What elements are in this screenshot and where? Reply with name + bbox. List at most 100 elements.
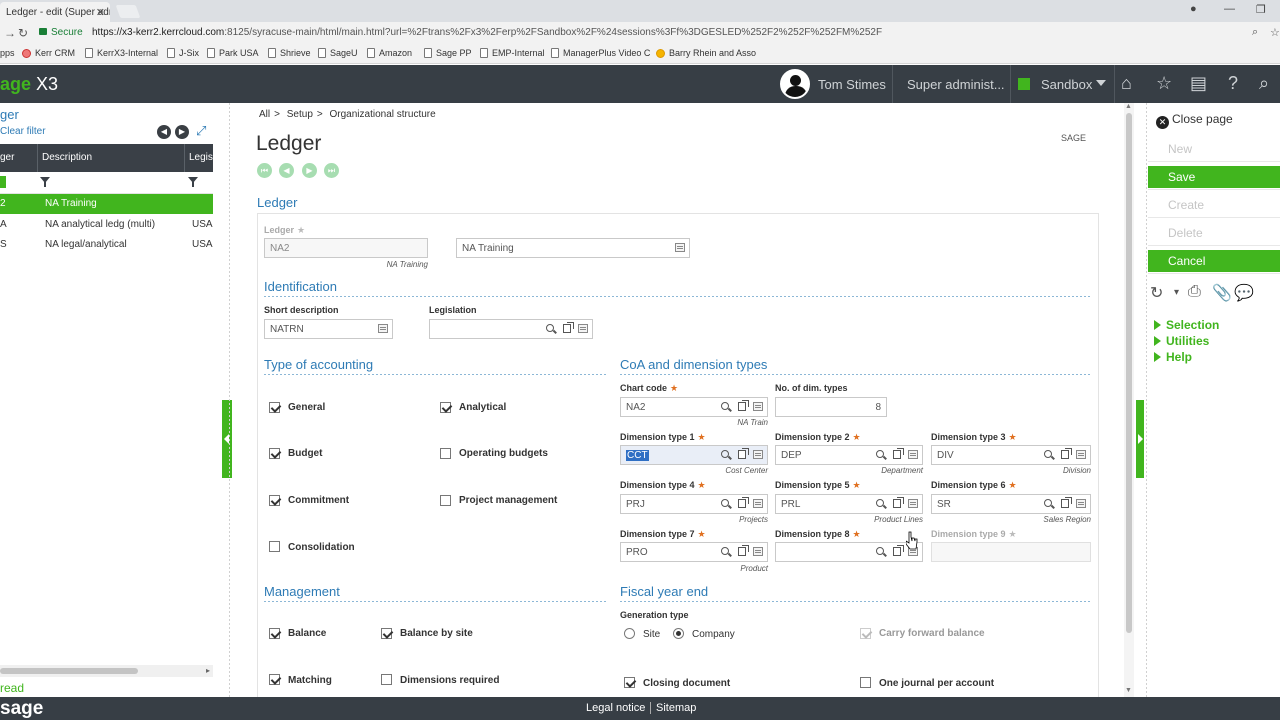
bookmark-item[interactable]: pps <box>0 48 15 58</box>
matching-checkbox[interactable] <box>269 674 280 685</box>
actions-icon[interactable] <box>753 547 763 556</box>
column-header-description[interactable]: Description <box>42 152 92 163</box>
user-role[interactable]: Super administ... <box>907 77 1005 92</box>
ledger-code-field[interactable]: NA2 <box>264 238 428 258</box>
legal-notice-link[interactable]: Legal notice <box>586 702 645 714</box>
consolidation-checkbox[interactable] <box>269 541 280 552</box>
zoom-icon[interactable] <box>738 448 749 459</box>
star-icon[interactable]: ☆ <box>1156 73 1172 94</box>
actions-icon[interactable] <box>578 324 588 333</box>
browser-tab[interactable]: Ledger - edit (Super adm ✕ <box>0 2 110 22</box>
budget-checkbox[interactable] <box>269 448 280 459</box>
last-record-icon[interactable]: ⏭ <box>324 163 339 178</box>
operating-budgets-checkbox[interactable] <box>440 448 451 459</box>
translation-icon[interactable] <box>378 324 388 333</box>
new-button[interactable]: New <box>1148 138 1280 160</box>
expand-icon[interactable]: ⤢ <box>196 123 206 139</box>
one-journal-checkbox[interactable] <box>860 677 871 688</box>
actions-icon[interactable] <box>1076 450 1086 459</box>
balance-by-site-checkbox[interactable] <box>381 628 392 639</box>
vertical-scrollbar[interactable]: ▲ ▼ <box>1124 103 1134 697</box>
secure-indicator[interactable]: Secure <box>39 27 83 38</box>
home-icon[interactable]: ⌂ <box>1121 73 1132 94</box>
project-management-checkbox[interactable] <box>440 495 451 506</box>
horizontal-scrollbar[interactable]: ▸ <box>0 665 213 677</box>
scroll-right-icon[interactable]: ▸ <box>206 666 210 675</box>
column-header-legislation[interactable]: Legisl <box>189 152 215 163</box>
actions-icon[interactable] <box>908 450 918 459</box>
actions-icon[interactable] <box>753 402 763 411</box>
new-tab-button[interactable] <box>115 5 141 18</box>
commitment-checkbox[interactable] <box>269 495 280 506</box>
filter-icon[interactable] <box>40 177 50 187</box>
bookmark-item[interactable]: Shrieve <box>268 48 311 58</box>
dimension-type-3-field[interactable]: DIV <box>931 445 1091 465</box>
dimension-type-5-field[interactable]: PRL <box>775 494 923 514</box>
attachment-icon[interactable]: 📎 <box>1212 283 1232 303</box>
scroll-down-icon[interactable]: ▼ <box>1125 687 1132 694</box>
actions-icon[interactable] <box>753 499 763 508</box>
zoom-icon[interactable] <box>893 448 904 459</box>
zoom-icon[interactable] <box>738 545 749 556</box>
previous-record-icon[interactable]: ◀ <box>279 163 294 178</box>
column-header-ledger[interactable]: ger <box>0 152 14 163</box>
bookmark-item[interactable]: SageU <box>318 48 358 58</box>
ledger-description-field[interactable]: NA Training <box>456 238 690 258</box>
search-icon[interactable] <box>546 324 554 332</box>
bookmark-item[interactable]: Kerr CRM <box>22 48 75 58</box>
search-icon[interactable] <box>721 402 729 410</box>
next-page-icon[interactable]: ▶ <box>175 125 189 139</box>
print-icon[interactable]: ⎙ <box>1188 283 1201 301</box>
dimension-type-1-field[interactable]: CCT <box>620 445 768 465</box>
help-icon[interactable]: ? <box>1228 73 1238 94</box>
minimize-icon[interactable]: — <box>1224 3 1235 15</box>
bookmark-item[interactable]: EMP-Internal <box>480 48 545 58</box>
user-name[interactable]: Tom Stimes <box>818 77 886 92</box>
filter-icon[interactable] <box>188 177 198 187</box>
dimensions-required-checkbox[interactable] <box>381 674 392 685</box>
search-icon[interactable] <box>1044 499 1052 507</box>
breadcrumb-all[interactable]: All <box>259 109 270 120</box>
sitemap-link[interactable]: Sitemap <box>656 702 696 714</box>
search-icon[interactable] <box>876 450 884 458</box>
refresh-icon[interactable]: ↻ <box>1150 283 1163 303</box>
zoom-icon[interactable] <box>1061 448 1072 459</box>
chart-code-field[interactable]: NA2 <box>620 397 768 417</box>
search-icon[interactable] <box>1044 450 1052 458</box>
general-checkbox[interactable] <box>269 402 280 413</box>
create-button[interactable]: Create <box>1148 194 1280 216</box>
dimension-type-6-field[interactable]: SR <box>931 494 1091 514</box>
bookmark-item[interactable]: KerrX3-Internal <box>85 48 158 58</box>
dimension-type-2-field[interactable]: DEP <box>775 445 923 465</box>
search-icon[interactable] <box>721 547 729 555</box>
bookmark-item[interactable]: Park USA <box>207 48 259 58</box>
zoom-icon[interactable] <box>893 545 904 556</box>
next-record-icon[interactable]: ▶ <box>302 163 317 178</box>
num-dim-types-field[interactable]: 8 <box>775 397 887 417</box>
bookmark-star-icon[interactable]: ☆ <box>1270 26 1280 39</box>
save-button[interactable]: Save <box>1148 166 1280 188</box>
close-tab-icon[interactable]: ✕ <box>96 6 105 19</box>
sitemap-icon[interactable]: ▤ <box>1190 73 1207 94</box>
table-row[interactable]: S NA legal/analytical USA <box>0 235 213 255</box>
analytical-checkbox[interactable] <box>440 402 451 413</box>
zoom-icon[interactable] <box>738 400 749 411</box>
zoom-icon[interactable] <box>563 322 574 333</box>
clear-filter-link[interactable]: Clear filter <box>0 126 46 137</box>
bookmark-item[interactable]: Barry Rhein and Asso <box>656 48 756 58</box>
dimension-type-7-field[interactable]: PRO <box>620 542 768 562</box>
search-icon[interactable] <box>721 450 729 458</box>
chevron-down-icon[interactable] <box>1096 80 1106 86</box>
zoom-icon[interactable] <box>893 497 904 508</box>
first-record-icon[interactable]: ⏮ <box>257 163 272 178</box>
collapse-left-panel-handle[interactable] <box>222 400 232 478</box>
site-radio[interactable] <box>624 628 635 639</box>
sage-x3-logo[interactable]: age X3 <box>0 74 58 95</box>
search-icon[interactable]: ⌕ <box>1259 73 1269 94</box>
account-icon[interactable]: ● <box>1190 3 1197 15</box>
company-radio[interactable] <box>673 628 684 639</box>
actions-icon[interactable] <box>753 450 763 459</box>
table-row[interactable]: A NA analytical ledg (multi) USA <box>0 215 213 235</box>
chevron-down-icon[interactable]: ▾ <box>1174 287 1179 298</box>
breadcrumb-setup[interactable]: Setup <box>287 109 313 120</box>
